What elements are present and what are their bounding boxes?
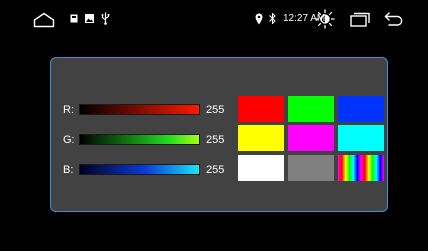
swatch-rainbow[interactable]: [338, 155, 384, 181]
bluetooth-icon: [269, 12, 276, 25]
swatch-gray[interactable]: [288, 155, 334, 181]
slider-value-blue: 255: [206, 164, 225, 176]
red-slider[interactable]: [79, 104, 200, 115]
slider-row-green: G: 255: [63, 132, 243, 148]
swatch-cyan[interactable]: [338, 125, 384, 151]
slider-value-green: 255: [206, 134, 225, 146]
usb-icon: [101, 12, 110, 25]
recents-icon[interactable]: [350, 12, 370, 27]
screen: 12:27 AM R: 255 G: 255 B: 255: [0, 0, 428, 251]
slider-row-blue: B: 255: [63, 162, 243, 178]
swatch-blue[interactable]: [338, 96, 384, 122]
slider-value-red: 255: [206, 104, 225, 116]
swatch-yellow[interactable]: [238, 125, 284, 151]
back-icon[interactable]: [384, 12, 404, 26]
notification-icon: [70, 14, 78, 23]
slider-label-blue: B:: [63, 164, 74, 176]
swatch-red[interactable]: [238, 96, 284, 122]
slider-row-red: R: 255: [63, 102, 243, 118]
swatch-green[interactable]: [288, 96, 334, 122]
location-icon: [255, 13, 263, 25]
brightness-icon[interactable]: [315, 9, 335, 29]
swatch-white[interactable]: [238, 155, 284, 181]
status-bar: 12:27 AM: [0, 0, 428, 38]
color-picker-panel: R: 255 G: 255 B: 255: [50, 57, 388, 212]
swatch-magenta[interactable]: [288, 125, 334, 151]
slider-label-red: R:: [63, 104, 74, 116]
image-icon: [85, 14, 94, 23]
slider-label-green: G:: [63, 134, 75, 146]
home-icon[interactable]: [33, 12, 55, 28]
blue-slider[interactable]: [79, 164, 200, 175]
green-slider[interactable]: [79, 134, 200, 145]
